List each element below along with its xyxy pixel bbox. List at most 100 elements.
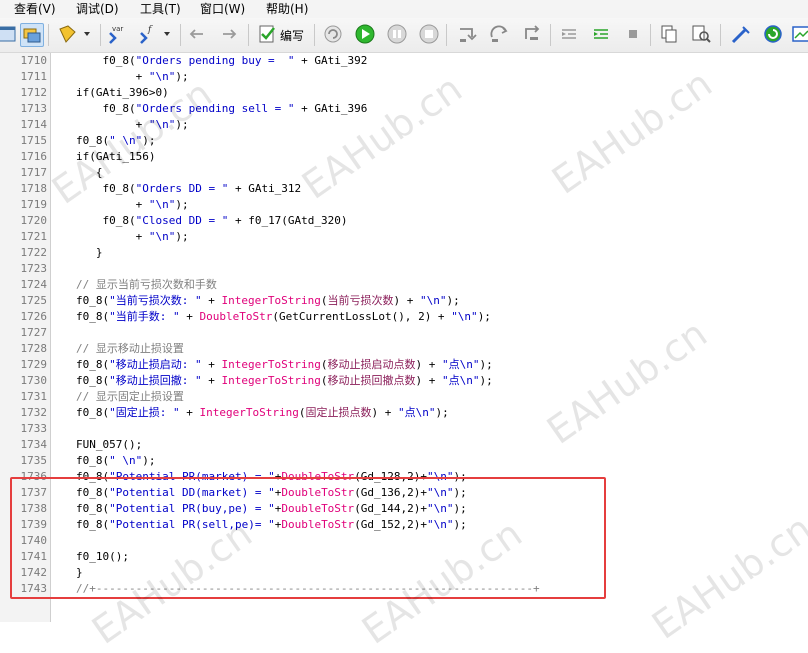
line-number: 1730 [20,374,48,387]
variable-icon[interactable]: var [106,23,128,45]
code-line[interactable]: 1720 f0_8("Closed DD = " + f0_17(GAtd_32… [0,213,808,229]
svg-text:var: var [112,25,123,33]
function-dropdown-icon[interactable] [158,23,180,45]
code-token: "\n" [148,118,176,131]
code-token: // 显示当前亏损次数和手数 [76,278,217,291]
step-over-icon[interactable] [488,23,510,45]
code-line[interactable]: 1721 + "\n"); [0,229,808,245]
code-text: f0_8(" \n"); [76,453,156,469]
code-token: "移动止损启动: " [109,358,202,371]
tools-icon[interactable] [730,23,752,45]
layers-icon[interactable] [20,23,44,47]
small-stop-icon[interactable] [622,23,644,45]
code-token: ) + [415,358,442,371]
code-line[interactable]: 1714 + "\n"); [0,117,808,133]
find-icon[interactable] [690,23,712,45]
code-token: "固定止损: " [109,406,180,419]
code-line[interactable]: 1726 f0_8("当前手数: " + DoubleToStr(GetCurre… [0,309,808,325]
window-icon[interactable] [790,23,808,45]
forward-arrow-icon[interactable] [218,23,240,45]
code-line[interactable]: 1713 f0_8("Orders pending sell = " + GAt… [0,101,808,117]
line-number: 1723 [20,262,48,275]
line-number: 1728 [20,342,48,355]
code-token: + [179,406,200,419]
code-token: f0_8( [76,406,110,419]
code-token: ); [479,358,493,371]
undo-circle-icon[interactable] [322,23,344,45]
run-icon[interactable] [354,23,376,45]
code-text: f0_8("Orders pending sell = " + GAti_396 [76,101,367,117]
code-text: FUN_057(); [76,437,142,453]
code-line[interactable]: 1717 { [0,165,808,181]
line-number: 1711 [20,70,48,83]
code-token: "当前亏损次数: " [109,294,202,307]
dropdown-arrow-icon[interactable] [80,23,102,45]
code-text: + "\n"); [76,197,189,213]
code-token: "点\n" [441,374,480,387]
code-token: IntegerToString [221,374,321,387]
code-token: + [76,198,149,211]
layout-icon[interactable] [0,23,18,45]
code-line[interactable]: 1724 // 显示当前亏损次数和手数 [0,277,808,293]
code-line[interactable]: 1725 f0_8("当前亏损次数: " + IntegerToString(当前… [0,293,808,309]
menu-help[interactable]: 帮助(H) [266,1,308,17]
function-icon[interactable]: f [138,23,160,45]
compile-label[interactable]: 编写 [280,27,304,44]
pause-icon[interactable] [386,23,408,45]
code-line[interactable]: 1727 [0,325,808,341]
code-token: ); [142,134,156,147]
code-line[interactable]: 1711 + "\n"); [0,69,808,85]
code-token: if [76,86,90,99]
code-text: f0_8("Closed DD = " + f0_17(GAtd_320) [76,213,347,229]
code-token: "\n" [148,198,176,211]
menu-tools[interactable]: 工具(T) [140,1,181,17]
code-line[interactable]: 1716 if(GAti_156) [0,149,808,165]
code-line[interactable]: 1719 + "\n"); [0,197,808,213]
step-out-icon[interactable] [520,23,542,45]
code-line[interactable]: 1735 f0_8(" \n"); [0,453,808,469]
stop-icon[interactable] [418,23,440,45]
code-line[interactable]: 1731 // 显示固定止损设置 [0,389,808,405]
code-token: IntegerToString [199,406,299,419]
code-token: ) [162,86,169,99]
line-number: 1733 [20,422,48,435]
code-line[interactable]: 1732 f0_8("固定止损: " + IntegerToString(固定止损… [0,405,808,421]
code-line[interactable]: 1734 FUN_057(); [0,437,808,453]
menu-debug[interactable]: 调试(D) [76,1,119,17]
copy-icon[interactable] [658,23,680,45]
code-editor[interactable]: 1710 f0_8("Orders pending buy = " + GAti… [0,53,808,622]
code-token: (GetCurrentLossLot(), [272,310,419,323]
indent-icon[interactable] [590,23,612,45]
refresh-icon[interactable] [762,23,784,45]
step-into-icon[interactable] [456,23,478,45]
bookmark-icon[interactable] [56,23,78,45]
compile-icon[interactable] [256,23,278,45]
code-line[interactable]: 1718 f0_8("Orders DD = " + GAti_312 [0,181,808,197]
code-text: if(GAti_156) [76,149,155,165]
code-line[interactable]: 1723 [0,261,808,277]
code-token: f0_8( [76,310,110,323]
code-line[interactable]: 1710 f0_8("Orders pending buy = " + GAti… [0,53,808,69]
menu-view[interactable]: 查看(V) [14,1,56,17]
code-line[interactable]: 1730 f0_8("移动止损回撤: " + IntegerToString(移动… [0,373,808,389]
code-token: "点\n" [441,358,480,371]
code-token: + [201,358,222,371]
code-line[interactable]: 1729 f0_8("移动止损启动: " + IntegerToString(移动… [0,357,808,373]
code-token: "Closed DD = " [135,214,229,227]
code-token: f0_8( [76,374,110,387]
menu-window[interactable]: 窗口(W) [200,1,245,17]
code-token: ) + [424,310,452,323]
code-token: f0_8( [76,358,110,371]
outdent-icon[interactable] [558,23,580,45]
code-line[interactable]: 1712 if(GAti_396>0) [0,85,808,101]
code-line[interactable]: 1722 } [0,245,808,261]
code-line[interactable]: 1715 f0_8(" \n"); [0,133,808,149]
svg-text:f: f [147,25,153,35]
code-token: 当前亏损次数 [327,294,394,307]
back-arrow-icon[interactable] [186,23,208,45]
line-number: 1731 [20,390,48,403]
code-line[interactable]: 1733 [0,421,808,437]
code-line[interactable]: 1728 // 显示移动止损设置 [0,341,808,357]
code-text: // 显示移动止损设置 [76,341,184,357]
code-token: // 显示固定止损设置 [76,390,184,403]
